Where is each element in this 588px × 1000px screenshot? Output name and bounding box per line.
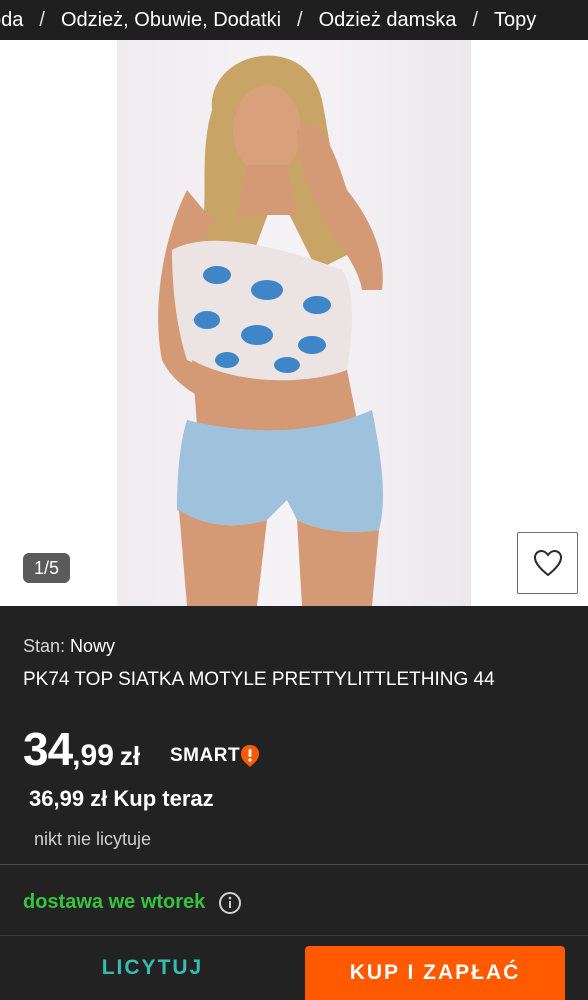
- breadcrumb-item[interactable]: Odzież damska: [319, 9, 457, 32]
- smart-label: SMART: [170, 745, 241, 766]
- info-icon[interactable]: [218, 891, 242, 915]
- buy-now-button[interactable]: KUP I ZAPŁAĆ: [305, 946, 565, 1000]
- delivery-text: dostawa we wtorek: [23, 891, 206, 913]
- image-counter: 1/5: [23, 553, 70, 583]
- product-info: Stan: Nowy PK74 TOP SIATKA MOTYLE PRETTY…: [0, 606, 588, 864]
- condition-value: Nowy: [70, 636, 116, 656]
- bids-status: nikt nie licytuje: [34, 829, 152, 849]
- breadcrumb: oda / Odzież, Obuwie, Dodatki / Odzież d…: [0, 0, 588, 40]
- breadcrumb-separator: /: [297, 8, 303, 31]
- breadcrumb-item[interactable]: oda: [0, 9, 23, 32]
- heart-icon: [533, 549, 562, 577]
- action-bar: LICYTUJ KUP I ZAPŁAĆ: [0, 936, 588, 1000]
- product-photo[interactable]: [117, 40, 471, 606]
- price-decimal: ,99: [72, 739, 114, 772]
- price: 34 ,99 zł: [23, 722, 140, 776]
- bid-button[interactable]: LICYTUJ: [0, 936, 305, 1000]
- product-gallery[interactable]: 1/5: [0, 40, 588, 606]
- smart-exclamation-icon: [241, 745, 260, 767]
- delivery-info[interactable]: dostawa we wtorek: [0, 865, 588, 935]
- breadcrumb-item[interactable]: Topy: [494, 9, 536, 32]
- product-photo-illustration: [158, 55, 383, 606]
- price-integer: 34: [23, 723, 73, 775]
- breadcrumb-separator: /: [39, 8, 45, 31]
- price-currency: zł: [119, 741, 141, 771]
- smart-badge: SMART: [170, 744, 260, 768]
- product-title: PK74 TOP SIATKA MOTYLE PRETTYLITTLETHING…: [23, 669, 495, 690]
- buy-now-price: 36,99 zł Kup teraz: [29, 786, 214, 811]
- condition-label: Stan:: [23, 636, 66, 656]
- condition: Stan: Nowy: [23, 636, 115, 657]
- favorite-button[interactable]: [517, 532, 578, 594]
- breadcrumb-item[interactable]: Odzież, Obuwie, Dodatki: [61, 9, 281, 32]
- breadcrumb-separator: /: [472, 8, 479, 31]
